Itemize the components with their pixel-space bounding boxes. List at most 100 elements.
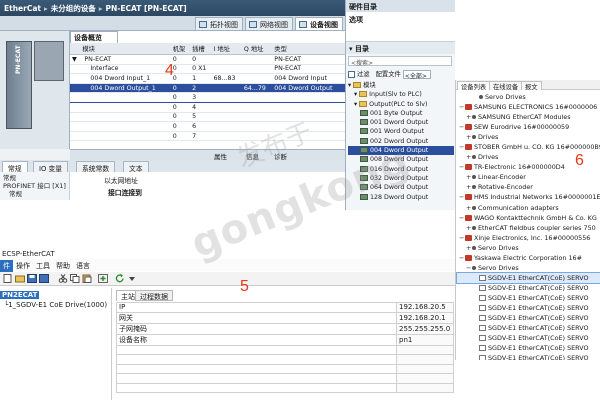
properties-content: 以太网地址 接口连接到	[74, 175, 142, 197]
device-list-item[interactable]: + Linear-Encoder	[457, 172, 600, 182]
column-header[interactable]: I 地址	[211, 43, 242, 55]
device-list-item[interactable]: − WAGO Kontakttechnik GmbH & Co. KG	[457, 213, 600, 223]
table-row[interactable]: 004 Dword Input_1 0 1 68...83 004 Dword Inpu…	[70, 73, 345, 84]
menu-language[interactable]: 语言	[73, 260, 93, 272]
device-list-item[interactable]: − Servo Drives	[457, 263, 600, 273]
grid-value-field[interactable]: 192.168.20.5	[396, 302, 454, 313]
device-list-item[interactable]: SGDV-E1 EtherCAT(CoE) SERVO	[457, 353, 600, 360]
device-list-item[interactable]: − STOBER GmbH u. CO. KG 16#000000B9	[457, 142, 600, 152]
tree-slave-node[interactable]: └1_SGDV-E1 CoE Drive(1000)	[4, 301, 107, 309]
device-list-item[interactable]: SGDV-E1 EtherCAT(CoE) SERVO	[457, 283, 600, 293]
tab-online-devices[interactable]: 在线设备	[489, 81, 523, 91]
tab-device-overview[interactable]: 设备概览	[70, 31, 118, 43]
device-list-item[interactable]: SGDV-E1 EtherCAT(CoE) SERVO	[457, 313, 600, 323]
module-graphic[interactable]	[34, 41, 64, 81]
grid-value-field[interactable]	[396, 373, 454, 384]
tab-system-constants[interactable]: 系统常数	[76, 161, 116, 173]
catalog-header[interactable]: ▾ 目录	[346, 42, 455, 54]
save-icon[interactable]	[27, 274, 37, 283]
device-list-item[interactable]: + Drives	[457, 132, 600, 142]
device-rack-graphic[interactable]: PN-ECAT	[6, 41, 32, 129]
new-file-icon[interactable]	[3, 274, 13, 283]
tab-device-list[interactable]: 设备列表	[457, 81, 491, 91]
device-list-item[interactable]: + Rotative-Encoder	[457, 182, 600, 192]
add-device-icon[interactable]	[98, 274, 108, 283]
catalog-tree-item[interactable]: ▾ Input(Slv to PLC)	[348, 90, 454, 99]
copy-icon[interactable]	[70, 274, 80, 283]
device-list-item[interactable]: SGDV-E1 EtherCAT(CoE) SERVO	[457, 343, 600, 353]
device-list-item[interactable]: + EtherCAT fieldbus coupler series 750	[457, 223, 600, 233]
catalog-tree-item[interactable]: 001 Byte Output	[348, 109, 454, 118]
properties-button[interactable]: 属性	[210, 150, 231, 161]
table-cell	[211, 112, 242, 123]
device-list-item[interactable]: − Xinje Electronics, Inc. 16#00000556	[457, 233, 600, 243]
device-list-item[interactable]: − SEW Eurodrive 16#00000059	[457, 122, 600, 132]
table-row[interactable]: 004 Dword Output_1 0 2 64...79 004 Dword Out…	[70, 83, 345, 94]
grid-value-field[interactable]	[396, 354, 454, 365]
menu-tools[interactable]: 工具	[33, 260, 53, 272]
table-row[interactable]: ▼ PN-ECAT 0 0 PN-ECAT	[70, 54, 345, 65]
grid-value-field[interactable]: pn1	[396, 333, 454, 346]
device-list-item[interactable]: SGDV-E1 EtherCAT(CoE) SERVO	[457, 303, 600, 313]
grid-value-field[interactable]	[396, 382, 454, 393]
grid-value-field[interactable]: 192.168.20.1	[396, 311, 454, 324]
device-list-item[interactable]: SGDV-E1 EtherCAT(CoE) SERVO	[457, 293, 600, 303]
device-list-item[interactable]: SGDV-E1 EtherCAT(CoE) SERVO	[456, 271, 600, 284]
paste-icon[interactable]	[82, 274, 92, 283]
table-row[interactable]: 04	[70, 102, 345, 113]
menu-operate[interactable]: 操作	[13, 260, 33, 272]
device-list-item[interactable]: SGDV-E1 EtherCAT(CoE) SERVO	[457, 323, 600, 333]
cut-icon[interactable]	[58, 274, 68, 283]
device-list-item[interactable]: + Servo Drives	[457, 243, 600, 253]
catalog-tree-item[interactable]: ▾ Output(PLC to Slv)	[348, 100, 454, 109]
device-list-item[interactable]: Servo Drives	[457, 92, 600, 102]
grid-value-field[interactable]: 255.255.255.0	[396, 322, 454, 335]
device-list-item[interactable]: + SAMSUNG EtherCAT Modules	[457, 112, 600, 122]
tree-root-gateway[interactable]: PN2ECAT	[0, 291, 40, 299]
column-header[interactable]: Q 地址	[241, 43, 273, 55]
tab-network-view[interactable]: 网络视图	[245, 17, 293, 30]
table-cell	[211, 54, 242, 65]
column-header[interactable]: 机架	[170, 43, 191, 55]
table-row[interactable]: Interface 0 0 X1 PN-ECAT	[70, 64, 345, 75]
tab-topology-view[interactable]: 拓扑视图	[195, 17, 243, 30]
device-list-item[interactable]: SGDV-E1 EtherCAT(CoE) SERVO	[457, 333, 600, 343]
tab-io-tags[interactable]: IO 变量	[33, 161, 69, 173]
filter-label: 过滤	[357, 71, 370, 78]
nav-item-general[interactable]: 常规	[3, 174, 66, 182]
open-folder-icon[interactable]	[15, 274, 25, 283]
catalog-tree-item[interactable]: 001 Word Output	[348, 127, 454, 136]
tab-general[interactable]: 常规	[2, 161, 28, 173]
table-row[interactable]: 03	[70, 92, 345, 103]
save-as-icon[interactable]	[39, 274, 49, 283]
catalog-tree-item[interactable]: 001 Dword Output	[348, 118, 454, 127]
device-list-item[interactable]: − SAMSUNG ELECTRONICS 16#0000006	[457, 102, 600, 112]
device-list-label: Communication adapters	[478, 203, 559, 212]
tab-texts[interactable]: 文本	[123, 161, 149, 173]
column-header[interactable]	[70, 43, 81, 55]
tab-device-view[interactable]: 设备视图	[295, 17, 343, 30]
filter-checkbox[interactable]	[348, 70, 355, 78]
nav-item-profinet-interface[interactable]: PROFINET 接口 [X1]	[3, 182, 66, 190]
servo-slave-icon	[479, 304, 486, 311]
column-header[interactable]: 模块	[80, 43, 171, 55]
catalog-search-input[interactable]: <搜索>	[348, 56, 452, 67]
tab-messages[interactable]: 报文	[521, 81, 542, 91]
nav-item-general-sub[interactable]: 常规	[3, 190, 66, 198]
dropdown-arrow-icon[interactable]	[127, 274, 137, 283]
device-list-item[interactable]: + Communication adapters	[457, 203, 600, 213]
column-header[interactable]: 类型	[272, 43, 345, 55]
menu-file[interactable]: 件	[0, 260, 13, 272]
refresh-icon[interactable]	[115, 274, 125, 283]
grid-value-field[interactable]	[396, 363, 454, 374]
device-list-item[interactable]: − HMS Industrial Networks 16#0000001E	[457, 192, 600, 202]
menu-help[interactable]: 帮助	[53, 260, 73, 272]
column-header[interactable]: 插槽	[190, 43, 212, 55]
device-list-item[interactable]: − Yaskawa Electric Corporation 16#	[457, 253, 600, 263]
tab-process-data[interactable]: 过程数据	[135, 290, 173, 301]
device-list-label: SAMSUNG EtherCAT Modules	[478, 113, 571, 122]
catalog-tree-item[interactable]: ▾ 模块	[348, 81, 454, 90]
grid-value-field[interactable]	[396, 344, 454, 355]
profile-dropdown[interactable]: <全部>	[402, 69, 431, 80]
catalog-item-label: Output(PLC to Slv)	[369, 100, 428, 108]
